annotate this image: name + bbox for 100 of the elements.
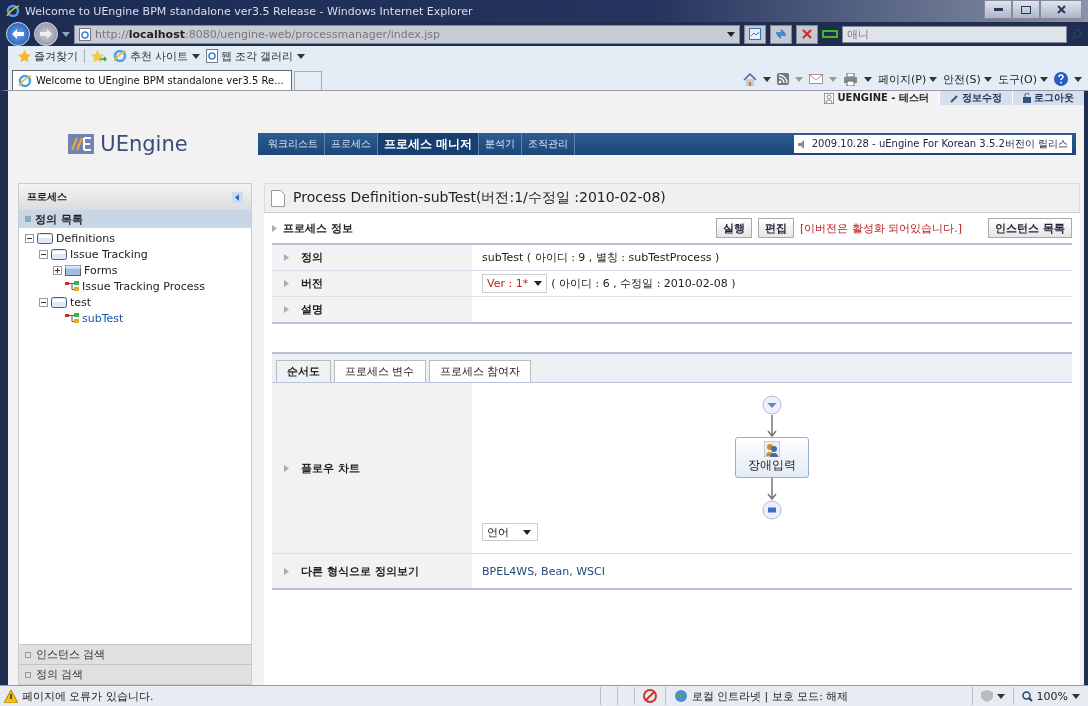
favorites-button[interactable]: 즐겨찾기 xyxy=(18,48,78,64)
triangle-bullet-icon xyxy=(272,224,277,232)
back-arrow-icon xyxy=(12,29,24,39)
tree-item[interactable]: Definitions xyxy=(56,231,115,245)
collapse-panel-icon[interactable] xyxy=(232,191,243,203)
command-menu[interactable]: 안전(S) xyxy=(943,71,992,87)
person-icon xyxy=(824,92,835,104)
home-icon[interactable] xyxy=(742,72,757,86)
section-title: 정의 목록 xyxy=(35,211,83,227)
process-icon xyxy=(65,280,79,292)
collapse-icon[interactable] xyxy=(25,233,34,243)
forward-button[interactable] xyxy=(34,22,58,46)
feed-icon[interactable] xyxy=(776,73,789,85)
expand-icon[interactable] xyxy=(53,265,62,275)
forward-arrow-icon xyxy=(40,29,52,39)
square-bullet-icon xyxy=(25,216,31,222)
caret-icon[interactable] xyxy=(727,31,735,37)
maximize-button[interactable] xyxy=(1012,0,1040,19)
minimize-button[interactable] xyxy=(984,0,1012,19)
triangle-bullet-icon xyxy=(284,280,289,287)
address-field[interactable]: http://localhost:8080/uengine-web/processmanager/index.jsp xyxy=(74,24,740,44)
collapse-icon[interactable] xyxy=(39,249,48,259)
privacy-icon[interactable] xyxy=(642,689,657,703)
zoom-icon xyxy=(1021,690,1033,702)
action-button[interactable]: 편집 xyxy=(758,218,795,238)
sidebar-section[interactable]: 인스턴스 검색 xyxy=(19,644,251,664)
tree-item[interactable]: Issue Tracking Process xyxy=(82,279,205,293)
zoom-control[interactable]: 100% xyxy=(1012,687,1088,705)
caret-icon[interactable] xyxy=(983,76,992,82)
nav-tab[interactable]: 워크리스트 xyxy=(262,133,325,155)
caret-icon[interactable] xyxy=(523,529,531,535)
nav-tab[interactable]: 조직관리 xyxy=(522,133,576,155)
logout-link[interactable]: 로그아웃 xyxy=(1012,91,1084,105)
search-field[interactable]: 애니 xyxy=(842,25,1067,43)
caret-icon[interactable] xyxy=(929,76,938,82)
caret-icon[interactable] xyxy=(1072,693,1080,699)
triangle-bullet-icon xyxy=(284,464,289,472)
tree-item[interactable]: test xyxy=(70,295,92,309)
help-icon[interactable] xyxy=(1054,72,1068,86)
globe-icon xyxy=(673,689,688,703)
sidebar-section[interactable]: 정의 검색 xyxy=(19,664,251,684)
edit-profile-link[interactable]: 정보수정 xyxy=(939,91,1012,105)
search-icon xyxy=(1071,28,1082,40)
nav-tab[interactable]: 분석기 xyxy=(479,133,523,155)
caret-icon[interactable] xyxy=(191,53,200,59)
favorites-link[interactable]: 웹 조각 갤러리 xyxy=(205,48,305,64)
version-select[interactable]: Ver : 1* xyxy=(482,274,548,293)
back-button[interactable] xyxy=(6,22,30,46)
compatibility-button[interactable] xyxy=(744,24,766,44)
caret-icon[interactable] xyxy=(1040,76,1048,82)
end-node-icon[interactable] xyxy=(762,500,782,520)
warning-icon[interactable] xyxy=(4,689,18,703)
action-button[interactable]: 실행 xyxy=(716,218,753,238)
command-menu[interactable]: 페이지(P) xyxy=(877,71,938,87)
tree-item[interactable]: Issue Tracking xyxy=(70,247,148,261)
page-icon xyxy=(205,49,218,63)
browser-logo-icon xyxy=(18,73,32,88)
format-links[interactable]: BPEL4WS, Bean, WSCI xyxy=(482,564,605,578)
browser-logo-icon xyxy=(6,4,20,18)
close-icon xyxy=(1056,5,1066,14)
instance-list-button[interactable]: 인스턴스 목록 xyxy=(988,218,1072,238)
tab[interactable]: 프로세스 참여자 xyxy=(428,360,531,382)
command-menu[interactable]: 도구(O) xyxy=(997,71,1048,87)
browser-tab[interactable]: Welcome to UEngine BPM standalone ver3.5 Re... xyxy=(12,70,292,90)
caret-icon[interactable] xyxy=(1074,76,1082,82)
language-select[interactable]: 언어 xyxy=(482,523,538,541)
tab[interactable]: 프로세스 변수 xyxy=(334,360,426,382)
folder-icon xyxy=(65,264,81,276)
stop-button[interactable] xyxy=(796,24,818,44)
favorites-link[interactable]: 추천 사이트 xyxy=(113,48,200,64)
caret-icon[interactable] xyxy=(996,693,1005,699)
caret-icon[interactable] xyxy=(534,281,543,286)
caret-icon[interactable] xyxy=(296,53,305,59)
start-node-icon[interactable] xyxy=(762,395,782,415)
tab[interactable]: 순서도 xyxy=(276,360,331,382)
printer-icon[interactable] xyxy=(842,72,858,86)
refresh-icon xyxy=(775,28,787,40)
flow-arrow xyxy=(767,415,777,437)
section-label: 인스턴스 검색 xyxy=(36,647,106,662)
triangle-bullet-icon xyxy=(284,306,289,313)
status-notice: [이버전은 활성화 되어있습니다.] xyxy=(800,220,963,236)
nav-tab[interactable]: 프로세스 매니저 xyxy=(378,133,480,155)
tree-item[interactable]: subTest xyxy=(82,311,124,325)
caret-icon[interactable] xyxy=(863,76,872,82)
close-button[interactable] xyxy=(1040,0,1082,19)
document-icon xyxy=(271,189,285,207)
activity-label: 장애입력 xyxy=(748,457,796,474)
row-value: subTest ( 아이디 : 9 , 별칭 : subTestProcess ) xyxy=(482,250,720,265)
mail-icon[interactable] xyxy=(808,74,823,84)
collapse-icon[interactable] xyxy=(39,297,48,307)
triangle-bullet-icon xyxy=(284,254,289,261)
refresh-button[interactable] xyxy=(770,24,792,44)
tree-item[interactable]: Forms xyxy=(84,263,118,277)
caret-icon[interactable] xyxy=(762,76,771,82)
news-ticker[interactable]: 2009.10.28 - uEngine For Korean 3.5.2버전이 릴리스 xyxy=(793,135,1072,153)
folder-icon xyxy=(51,296,67,308)
activity-node[interactable]: 장애입력 xyxy=(735,437,809,478)
row-label: 버전 xyxy=(301,276,323,291)
square-bullet-icon xyxy=(25,671,31,678)
stop-icon xyxy=(802,29,812,39)
